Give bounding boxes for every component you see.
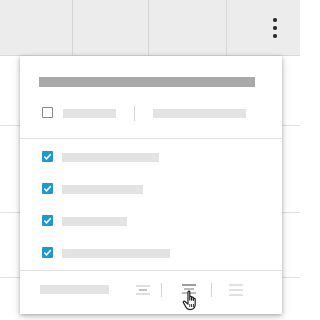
kebab-dot [273,34,277,38]
menu-title-placeholder [39,77,255,87]
select-all-checkbox[interactable] [42,107,53,118]
column-divider[interactable] [72,0,73,56]
menu-divider [20,138,282,139]
option-label-placeholder [62,249,170,258]
column-divider[interactable] [226,0,227,56]
checked-checkbox-icon[interactable] [42,151,53,162]
search-placeholder[interactable] [153,109,246,118]
kebab-dot [273,18,277,22]
column-option-row[interactable] [20,242,282,264]
vertical-separator [211,283,212,297]
table-row-border [282,125,300,126]
vertical-separator [161,283,162,297]
table-row-border [0,277,20,278]
table-row-border [0,212,20,213]
checked-checkbox-icon[interactable] [42,183,53,194]
align-right-icon[interactable] [228,283,244,297]
checked-checkbox-icon[interactable] [42,247,53,258]
hand-pointer-icon [181,289,203,313]
checked-checkbox-icon[interactable] [42,215,53,226]
table-header-row [0,0,300,56]
column-option-row[interactable] [20,178,282,200]
option-label-placeholder [62,153,159,162]
footer-label-placeholder [40,285,109,294]
grid-stage [0,0,300,320]
select-all-row[interactable] [20,100,282,136]
select-all-label-placeholder [63,109,116,118]
kebab-dot [273,26,277,30]
column-option-row[interactable] [20,210,282,232]
table-row-border [282,212,300,213]
column-menu-panel [20,56,282,314]
table-row-border [282,277,300,278]
menu-divider [20,270,282,271]
column-divider[interactable] [148,0,149,56]
column-option-row[interactable] [20,146,282,168]
align-left-icon[interactable] [135,284,151,296]
more-vertical-icon[interactable] [264,14,286,42]
vertical-separator [134,106,135,121]
table-row-border [0,125,20,126]
option-label-placeholder [62,217,127,226]
option-label-placeholder [62,185,143,194]
